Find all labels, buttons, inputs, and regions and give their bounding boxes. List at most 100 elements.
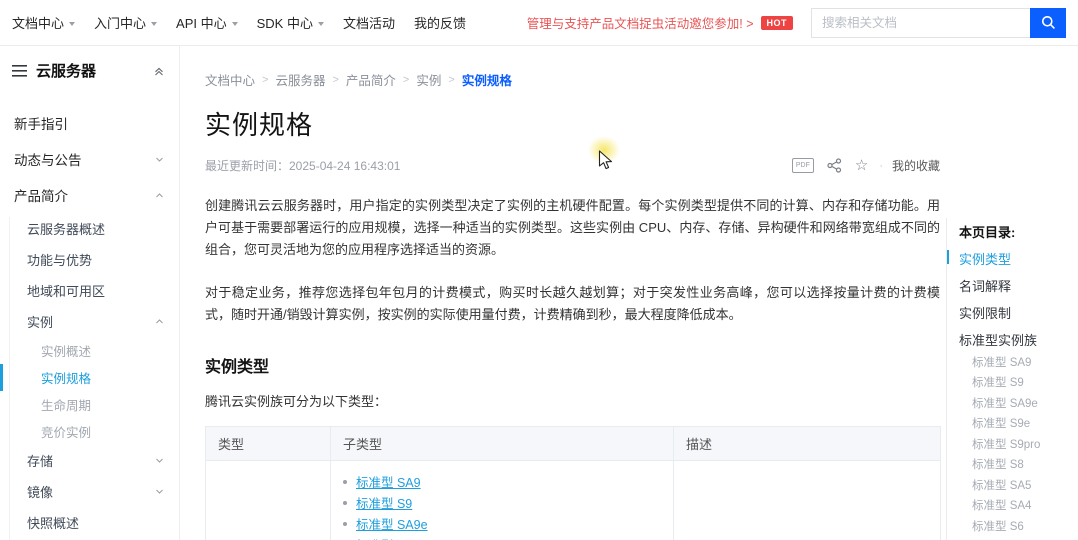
sidebar-item-label: 快照概述	[27, 513, 79, 532]
subtype-link-sa9[interactable]: 标准型 SA9	[356, 472, 421, 491]
promo-text: 管理与支持产品文档捉虫活动邀您参加! >	[527, 13, 754, 32]
chevron-down-icon	[154, 486, 165, 497]
column-header-subtype: 子类型	[331, 427, 674, 461]
page-title: 实例规格	[205, 105, 940, 142]
article-meta: 最近更新时间：2025-04-24 16:43:01 PDF ☆ · 我的收藏	[205, 157, 940, 174]
toc-sub-s9pro[interactable]: 标准型 S9pro	[959, 436, 1078, 452]
sidebar-item-announcements[interactable]: 动态与公告	[0, 141, 179, 177]
subtype-link-s9e[interactable]: 标准型 S9e	[356, 535, 419, 540]
breadcrumb-cvm[interactable]: 云服务器	[275, 70, 325, 89]
subtype-link-s9[interactable]: 标准型 S9	[356, 493, 412, 512]
table-header-row: 类型 子类型 描述	[206, 427, 941, 461]
breadcrumb-separator: >	[262, 74, 268, 86]
sidebar-item-label: 产品简介	[14, 185, 68, 205]
sidebar-item-label: 功能与优势	[27, 250, 92, 269]
table-row: 标准型 SA9 标准型 S9 标准型 SA9e 标准型 S9e 标准型 S9pr…	[206, 461, 941, 540]
mouse-cursor	[598, 150, 613, 171]
instance-type-table: 类型 子类型 描述 标准型 SA9 标准型 S9 标准型 SA9e 标准型 S9…	[205, 426, 941, 540]
toc-sub-s9[interactable]: 标准型 S9	[959, 374, 1078, 390]
left-sidebar: 云服务器 新手指引 动态与公告 产品简介 云服务器概述 功能与优势 地域和可用区…	[0, 46, 180, 540]
sidebar-item-label: 云服务器概述	[27, 219, 105, 238]
sidebar-item-instance-specs[interactable]: 实例规格	[0, 364, 179, 391]
toc-item-instance-types[interactable]: 实例类型	[959, 249, 1078, 268]
chevron-up-icon	[154, 190, 165, 201]
section-title-instance-types: 实例类型	[205, 353, 940, 377]
breadcrumb-product-intro[interactable]: 产品简介	[346, 70, 396, 89]
favorite-star-icon[interactable]: ☆	[855, 158, 868, 173]
chevron-up-icon	[154, 316, 165, 327]
promo-banner[interactable]: 管理与支持产品文档捉虫活动邀您参加! > HOT	[527, 13, 793, 32]
nav-api-center[interactable]: API 中心	[176, 13, 238, 32]
sidebar-item-label: 地域和可用区	[27, 281, 105, 300]
nav-label: API 中心	[176, 13, 227, 32]
nav-label: 文档中心	[12, 13, 64, 32]
breadcrumb-separator: >	[448, 74, 454, 86]
toc-sub-s8[interactable]: 标准型 S8	[959, 456, 1078, 472]
sidebar-item-label: 存储	[27, 451, 53, 470]
search-input[interactable]	[811, 8, 1030, 38]
sidebar-item-product-intro[interactable]: 产品简介	[0, 177, 179, 213]
nav-my-feedback[interactable]: 我的反馈	[414, 13, 466, 32]
search-button[interactable]	[1030, 8, 1066, 38]
sidebar-item-features[interactable]: 功能与优势	[0, 244, 179, 275]
sidebar-item-beginner-guide[interactable]: 新手指引	[0, 105, 179, 141]
my-favorites-link[interactable]: 我的收藏	[892, 157, 940, 174]
nav-sdk-center[interactable]: SDK 中心	[257, 13, 324, 32]
chevron-down-icon	[154, 455, 165, 466]
section-intro-text: 腾讯云实例族可分为以下类型：	[205, 391, 940, 413]
nav-doc-center[interactable]: 文档中心	[12, 13, 75, 32]
breadcrumb-separator: >	[403, 74, 409, 86]
nav-doc-activity[interactable]: 文档活动	[343, 13, 395, 32]
pdf-download-icon[interactable]: PDF	[792, 158, 814, 173]
column-header-type: 类型	[206, 427, 331, 461]
sidebar-item-images[interactable]: 镜像	[0, 476, 179, 507]
sidebar-item-regions[interactable]: 地域和可用区	[0, 275, 179, 306]
collapse-double-chevron-up-icon[interactable]	[153, 65, 165, 77]
list-item: 标准型 S9	[343, 492, 661, 513]
sidebar-item-label: 新手指引	[14, 113, 68, 133]
hamburger-menu-icon[interactable]	[12, 65, 27, 77]
paragraph-instance-intro: 创建腾讯云云服务器时，用户指定的实例类型决定了实例的主机硬件配置。每个实例类型提…	[205, 195, 940, 261]
nav-label: 我的反馈	[414, 13, 466, 32]
breadcrumb-instance[interactable]: 实例	[416, 70, 441, 89]
sidebar-item-snapshot-overview[interactable]: 快照概述	[0, 507, 179, 538]
toc-sub-sa9[interactable]: 标准型 SA9	[959, 354, 1078, 370]
article-actions: PDF ☆ · 我的收藏	[792, 157, 940, 174]
breadcrumb-doc-center[interactable]: 文档中心	[205, 70, 255, 89]
sidebar-menu: 新手指引 动态与公告 产品简介 云服务器概述 功能与优势 地域和可用区 实例 实…	[0, 105, 179, 540]
nav-getting-started[interactable]: 入门中心	[94, 13, 157, 32]
sidebar-item-storage[interactable]: 存储	[0, 445, 179, 476]
subtype-link-sa9e[interactable]: 标准型 SA9e	[356, 514, 428, 533]
toc-sub-sa9e[interactable]: 标准型 SA9e	[959, 395, 1078, 411]
sidebar-item-cvm-overview[interactable]: 云服务器概述	[0, 213, 179, 244]
sidebar-item-label: 实例规格	[41, 368, 91, 387]
toc-item-standard-family[interactable]: 标准型实例族	[959, 330, 1078, 349]
subtype-cell: 标准型 SA9 标准型 S9 标准型 SA9e 标准型 S9e 标准型 S9pr…	[331, 461, 674, 540]
sidebar-item-instance-overview[interactable]: 实例概述	[0, 337, 179, 364]
type-cell	[206, 461, 331, 540]
toc-sub-sa4[interactable]: 标准型 SA4	[959, 497, 1078, 513]
list-item: 标准型 S9e	[343, 534, 661, 540]
caret-down-icon	[151, 22, 157, 26]
toc-sub-s6[interactable]: 标准型 S6	[959, 518, 1078, 534]
toc-sub-sa5[interactable]: 标准型 SA5	[959, 477, 1078, 493]
sidebar-item-label: 镜像	[27, 482, 53, 501]
share-icon[interactable]	[827, 158, 842, 173]
toc-item-instance-limits[interactable]: 实例限制	[959, 303, 1078, 322]
sidebar-item-instance[interactable]: 实例	[0, 306, 179, 337]
nav-label: 入门中心	[94, 13, 146, 32]
toc-sub-s9e[interactable]: 标准型 S9e	[959, 415, 1078, 431]
toc-item-glossary[interactable]: 名词解释	[959, 276, 1078, 295]
list-item: 标准型 SA9e	[343, 513, 661, 534]
paragraph-billing: 对于稳定业务，推荐您选择包年包月的计费模式，购买时长越久越划算；对于突发性业务高…	[205, 282, 940, 326]
sidebar-product-title: 云服务器	[36, 60, 153, 81]
breadcrumb-current: 实例规格	[462, 70, 512, 89]
sidebar-item-spot-instance[interactable]: 竞价实例	[0, 418, 179, 445]
sidebar-item-label: 动态与公告	[14, 149, 82, 169]
top-header: 文档中心 入门中心 API 中心 SDK 中心 文档活动 我的反馈 管理与支持产…	[0, 0, 1078, 46]
sidebar-item-lifecycle[interactable]: 生命周期	[0, 391, 179, 418]
nav-label: SDK 中心	[257, 13, 313, 32]
hot-badge: HOT	[761, 16, 794, 30]
column-header-description: 描述	[674, 427, 941, 461]
sidebar-group-product-intro: 云服务器概述 功能与优势 地域和可用区 实例 实例概述 实例规格 生命周期 竞价…	[0, 213, 179, 540]
